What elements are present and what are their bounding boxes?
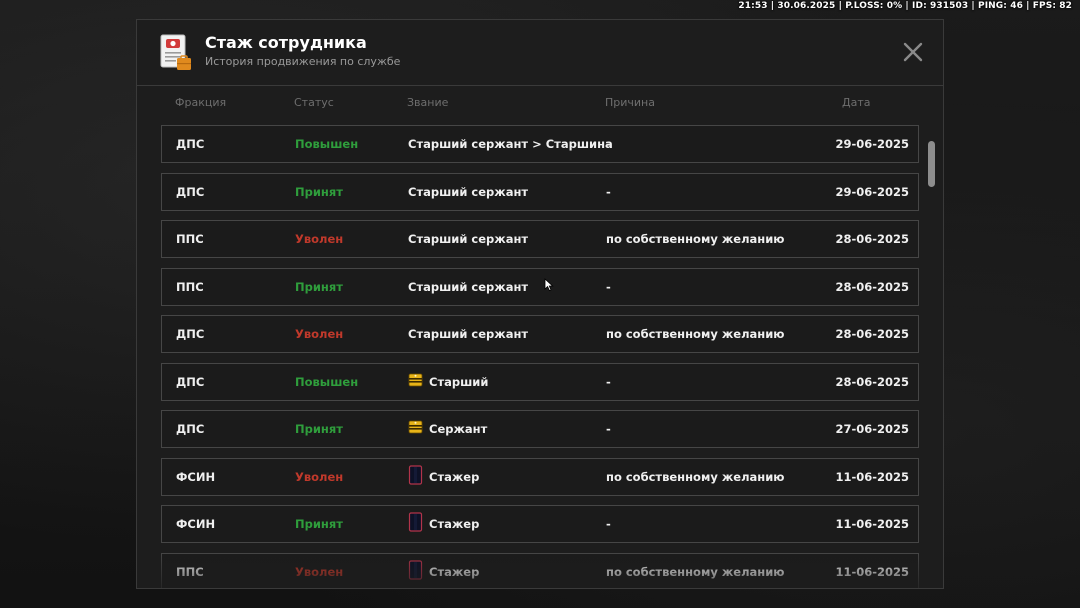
rank-label: Стажер xyxy=(429,469,480,484)
status-cell: Принят xyxy=(295,517,343,531)
date-cell: 28-06-2025 xyxy=(835,232,909,246)
table-row[interactable]: ДПС Повышен Старший - 28-06-2025 xyxy=(161,362,919,401)
table-row[interactable]: ППС Уволен Стажер по собственному желанию 11… xyxy=(161,552,919,588)
rank-cell: Старший сержант > Старшина xyxy=(408,137,613,151)
reason-cell: - xyxy=(606,374,611,389)
rank-label: Стажер xyxy=(429,517,480,531)
reason-cell: - xyxy=(606,422,611,436)
column-header-rank: Звание xyxy=(407,96,449,109)
table-row[interactable]: ДПС Уволен Старший сержант по собственному … xyxy=(161,315,919,353)
document-icon xyxy=(160,34,191,70)
hud-stats-bar: 21:53 | 30.06.2025 | P.LOSS: 0% | ID: 93… xyxy=(738,1,1072,11)
table-row[interactable]: ДПС Принят Сержант - 27-06-2025 xyxy=(161,410,919,448)
column-header-date: Дата xyxy=(842,96,871,109)
reason-cell: по собственному желанию xyxy=(606,232,785,246)
service-history-modal: Стаж сотрудника История продвижения по с… xyxy=(136,19,944,589)
reason-cell: - xyxy=(606,279,611,294)
date-cell: 27-06-2025 xyxy=(835,422,909,436)
faction-cell: ППС xyxy=(176,564,204,579)
rank-label: Старший сержант xyxy=(408,279,529,294)
table-row[interactable]: ДПС Повышен Старший сержант > Старшина - 29-… xyxy=(161,125,919,163)
rank-label: Старший сержант xyxy=(408,232,529,246)
modal-header: Стаж сотрудника История продвижения по с… xyxy=(137,20,943,86)
status-cell: Уволен xyxy=(295,327,344,341)
rank-cell: Стажер xyxy=(408,512,480,536)
faction-cell: ФСИН xyxy=(176,469,216,484)
mouse-cursor-icon xyxy=(544,278,554,292)
table-row[interactable]: ППС Принят Старший сержант - 28-06-2025 xyxy=(161,267,919,306)
date-cell: 28-06-2025 xyxy=(835,327,909,341)
faction-cell: ДПС xyxy=(176,374,205,389)
rank-cell: Старший сержант xyxy=(408,280,528,294)
status-cell: Уволен xyxy=(295,564,344,579)
date-cell: 29-06-2025 xyxy=(835,184,909,199)
rank-cell: Сержант xyxy=(408,420,487,439)
reason-cell: по собственному желанию xyxy=(606,469,785,484)
faction-cell: ДПС xyxy=(176,184,205,199)
shoulder-strap-dark-icon xyxy=(408,512,423,535)
rank-cell: Стажер xyxy=(408,559,480,584)
reason-cell: по собственному желанию xyxy=(606,327,785,341)
status-cell: Уволен xyxy=(295,232,344,246)
table-header: Фракция Статус Звание Причина Дата xyxy=(161,96,919,112)
column-header-faction: Фракция xyxy=(175,96,227,109)
rank-label: Сержант xyxy=(429,422,488,436)
shoulder-strap-dark-icon xyxy=(408,464,423,488)
date-cell: 28-06-2025 xyxy=(835,279,909,294)
reason-cell: - xyxy=(606,517,611,531)
status-cell: Повышен xyxy=(295,137,359,151)
rank-cell: Старший сержант xyxy=(408,185,528,199)
faction-cell: ДПС xyxy=(176,137,205,151)
status-cell: Уволен xyxy=(295,469,344,484)
modal-subtitle: История продвижения по службе xyxy=(205,55,401,68)
rank-cell: Старший сержант xyxy=(408,327,528,341)
rank-label: Стажер xyxy=(429,564,480,579)
rank-cell: Старший xyxy=(408,373,488,392)
table-row[interactable]: ФСИН Принят Стажер - 11-06-2025 xyxy=(161,505,919,543)
date-cell: 11-06-2025 xyxy=(835,517,909,531)
rank-cell: Старший сержант xyxy=(408,232,528,246)
faction-cell: ППС xyxy=(176,232,204,246)
date-cell: 29-06-2025 xyxy=(835,137,909,151)
date-cell: 11-06-2025 xyxy=(835,564,909,579)
table-row[interactable]: ДПС Принят Старший сержант - 29-06-2025 xyxy=(161,172,919,211)
faction-cell: ФСИН xyxy=(176,517,216,531)
status-cell: Принят xyxy=(295,422,343,436)
status-cell: Повышен xyxy=(295,374,359,389)
faction-cell: ДПС xyxy=(176,422,205,436)
reason-cell: - xyxy=(606,184,611,199)
faction-cell: ППС xyxy=(176,279,204,294)
reason-cell: по собственному желанию xyxy=(606,564,785,579)
table-row[interactable]: ФСИН Уволен Стажер по собственному желанию 1… xyxy=(161,457,919,496)
rank-label: Старший xyxy=(429,374,489,389)
status-cell: Принят xyxy=(295,184,343,199)
history-list[interactable]: ДПС Повышен Старший сержант > Старшина -29-… xyxy=(161,125,919,588)
shoulder-strap-dark-icon xyxy=(408,559,423,583)
rank-label: Старший сержант xyxy=(408,184,529,199)
close-icon[interactable] xyxy=(901,40,925,64)
modal-title: Стаж сотрудника xyxy=(205,33,367,52)
rank-label: Старший сержант xyxy=(408,327,529,341)
faction-cell: ДПС xyxy=(176,327,205,341)
reason-cell: - xyxy=(606,137,611,151)
shoulder-strap-gold-icon xyxy=(408,372,423,391)
column-header-status: Статус xyxy=(294,96,334,109)
rank-cell: Стажер xyxy=(408,464,480,489)
scrollbar-thumb[interactable] xyxy=(928,141,935,187)
table-row[interactable]: ППС Уволен Старший сержант по собственному … xyxy=(161,220,919,258)
shoulder-strap-gold-icon xyxy=(408,419,423,438)
date-cell: 28-06-2025 xyxy=(835,374,909,389)
rank-label: Старший сержант > Старшина xyxy=(408,137,613,151)
column-header-reason: Причина xyxy=(605,96,655,109)
status-cell: Принят xyxy=(295,279,343,294)
date-cell: 11-06-2025 xyxy=(835,469,909,484)
